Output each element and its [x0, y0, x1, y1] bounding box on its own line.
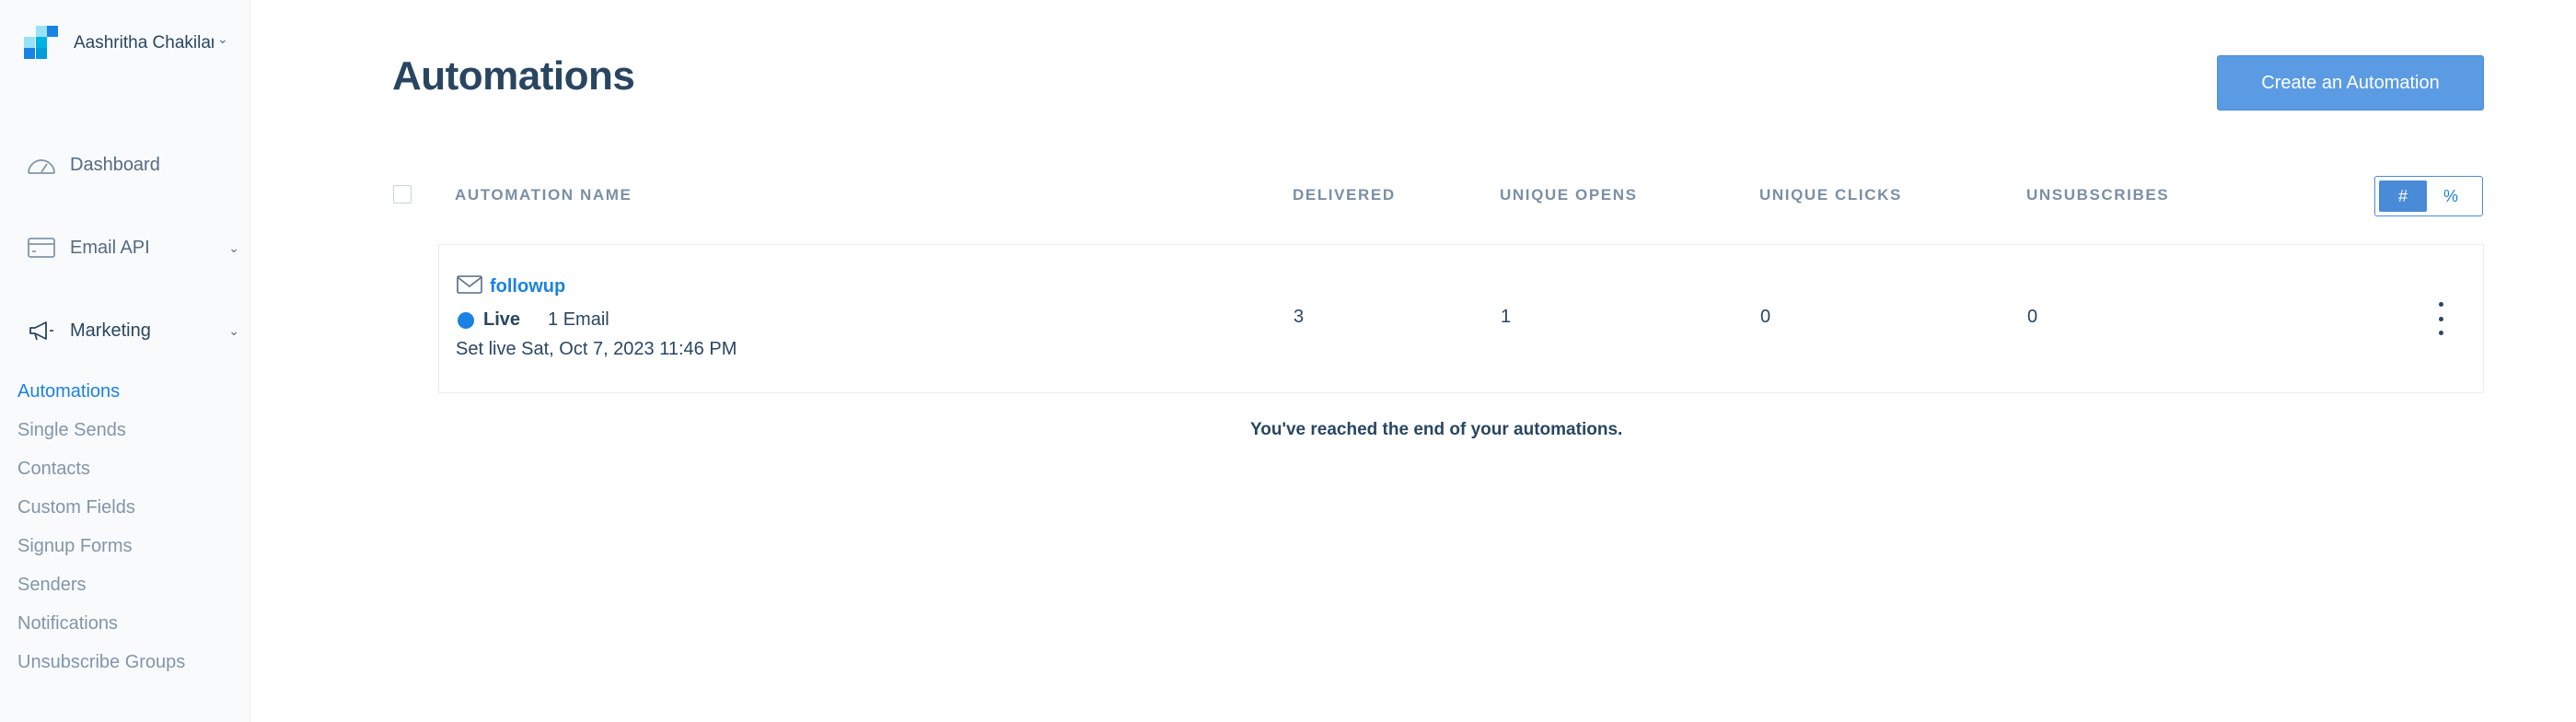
column-header-automation-name[interactable]: AUTOMATION NAME: [455, 186, 632, 204]
unique-clicks-value: 0: [1760, 307, 1771, 327]
sidebar: Aashritha Chakilam ⌄ Dashboard Email API…: [0, 0, 250, 722]
unique-opens-value: 1: [1501, 307, 1512, 327]
sidebar-item-label: Dashboard: [70, 154, 160, 175]
chevron-down-icon: ⌄: [228, 322, 239, 338]
row-actions-kebab-icon[interactable]: [2435, 302, 2446, 335]
toggle-count-button[interactable]: #: [2379, 180, 2427, 212]
unsubscribes-value: 0: [2027, 307, 2038, 327]
column-header-delivered[interactable]: DELIVERED: [1293, 186, 1396, 204]
account-name: Aashritha Chakilam: [74, 33, 214, 52]
live-status-dot-icon: [458, 311, 474, 329]
automation-name-link[interactable]: followup: [490, 276, 565, 297]
column-header-unique-opens[interactable]: UNIQUE OPENS: [1500, 186, 1638, 204]
email-count: 1 Email: [548, 309, 609, 330]
toggle-percent-button[interactable]: %: [2427, 180, 2475, 212]
sidebar-item-dashboard[interactable]: Dashboard: [26, 151, 239, 179]
sidebar-subitem-automations[interactable]: Automations: [17, 379, 185, 418]
sidebar-subitem-signup-forms[interactable]: Signup Forms: [17, 534, 185, 573]
sendgrid-logo-icon: [24, 26, 59, 61]
sidebar-item-label: Marketing: [70, 320, 151, 341]
dashboard-gauge-icon: [26, 151, 57, 179]
column-header-unsubscribes[interactable]: UNSUBSCRIBES: [2026, 186, 2169, 204]
sidebar-subitem-contacts[interactable]: Contacts: [17, 457, 185, 495]
sidebar-item-label: Email API: [70, 237, 150, 258]
automation-status: Live 1 Email: [458, 309, 609, 331]
status-label: Live: [483, 309, 521, 330]
account-switcher[interactable]: Aashritha Chakilam: [24, 26, 214, 61]
sidebar-subitem-unsubscribe-groups[interactable]: Unsubscribe Groups: [17, 650, 185, 689]
automation-name[interactable]: followup: [457, 275, 565, 298]
sidebar-subitem-custom-fields[interactable]: Custom Fields: [17, 495, 185, 534]
page-title: Automations: [392, 53, 635, 99]
end-of-list-message: You've reached the end of your automatio…: [1250, 420, 1623, 439]
sidebar-subitem-single-sends[interactable]: Single Sends: [17, 418, 185, 457]
table-row: followup Live 1 Email Set live Sat, Oct …: [438, 244, 2484, 393]
envelope-icon: [457, 275, 482, 298]
select-all-checkbox[interactable]: [393, 185, 412, 204]
create-automation-button[interactable]: Create an Automation: [2217, 55, 2484, 111]
delivered-value: 3: [1294, 307, 1305, 327]
code-window-icon: [26, 234, 57, 262]
sidebar-subitem-senders[interactable]: Senders: [17, 573, 185, 611]
sidebar-subitem-notifications[interactable]: Notifications: [17, 611, 185, 650]
account-chevron-down-icon[interactable]: ⌄: [217, 31, 228, 47]
sidebar-item-marketing[interactable]: Marketing ⌄: [26, 317, 239, 344]
chevron-down-icon: ⌄: [228, 239, 239, 255]
count-percent-toggle: # %: [2374, 176, 2483, 216]
column-header-unique-clicks[interactable]: UNIQUE CLICKS: [1759, 186, 1902, 204]
set-live-timestamp: Set live Sat, Oct 7, 2023 11:46 PM: [456, 339, 737, 359]
marketing-submenu: Automations Single Sends Contacts Custom…: [17, 379, 185, 689]
megaphone-icon: [26, 317, 57, 344]
sidebar-item-email-api[interactable]: Email API ⌄: [26, 234, 239, 262]
